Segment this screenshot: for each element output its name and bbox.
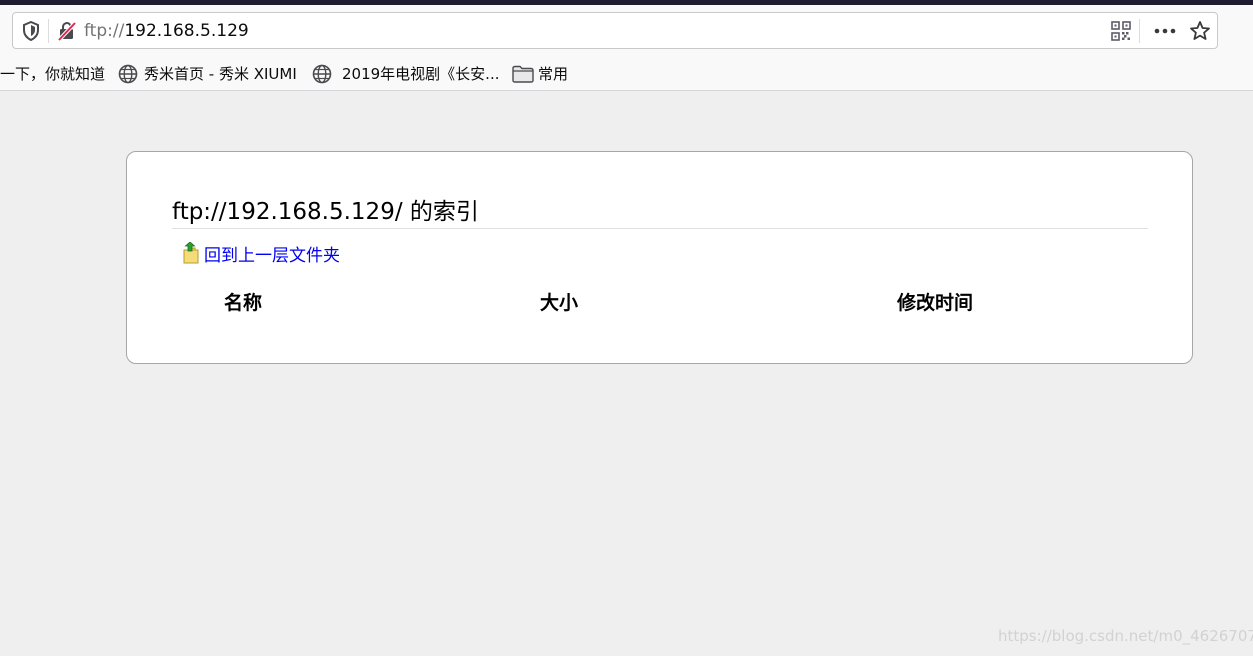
- navigation-toolbar: ftp://192.168.5.129: [0, 5, 1253, 57]
- insecure-connection-icon[interactable]: [57, 21, 77, 41]
- address-bar-separator-right: [1139, 19, 1140, 43]
- bookmark-item[interactable]: 2019年电视剧《长安...: [312, 64, 499, 84]
- bookmark-label: 秀米首页 - 秀米 XIUMI: [144, 65, 297, 83]
- up-folder-icon: [183, 242, 199, 264]
- qr-code-icon[interactable]: [1111, 21, 1131, 41]
- column-header-name[interactable]: 名称: [224, 288, 262, 315]
- more-icon[interactable]: [1153, 21, 1177, 41]
- bookmark-label: 2019年电视剧《长安...: [342, 65, 500, 83]
- globe-icon: [118, 64, 138, 84]
- star-icon[interactable]: [1189, 20, 1211, 42]
- url-host: 192.168.5.129: [124, 21, 249, 41]
- folder-icon: [512, 65, 534, 83]
- url-text[interactable]: ftp://192.168.5.129: [84, 21, 249, 41]
- bookmark-label: 常用: [538, 65, 569, 83]
- bookmarks-toolbar: 一下，你就知道 秀米首页 - 秀米 XIUMI 2019年电视剧《长安... 常…: [0, 57, 1253, 91]
- watermark: https://blog.csdn.net/m0_46267075: [998, 627, 1253, 645]
- page-title: ftp://192.168.5.129/ 的索引: [172, 197, 1148, 229]
- address-bar[interactable]: ftp://192.168.5.129: [12, 12, 1218, 49]
- column-header-modified[interactable]: 修改时间: [897, 288, 973, 315]
- address-bar-separator: [48, 19, 49, 43]
- bookmark-label: 一下，你就知道: [0, 65, 106, 83]
- ftp-index-container: ftp://192.168.5.129/ 的索引 回到上一层文件夹 名称 大小 …: [126, 151, 1193, 364]
- bookmark-item[interactable]: 一下，你就知道: [0, 64, 105, 84]
- shield-icon[interactable]: [22, 21, 40, 41]
- globe-icon: [312, 64, 332, 84]
- url-protocol: ftp://: [84, 21, 125, 41]
- parent-directory-label: 回到上一层文件夹: [204, 245, 340, 266]
- bookmark-folder[interactable]: 常用: [512, 64, 568, 84]
- bookmark-item[interactable]: 秀米首页 - 秀米 XIUMI: [118, 64, 297, 84]
- column-header-size[interactable]: 大小: [540, 288, 578, 315]
- parent-directory-link[interactable]: 回到上一层文件夹: [181, 242, 340, 266]
